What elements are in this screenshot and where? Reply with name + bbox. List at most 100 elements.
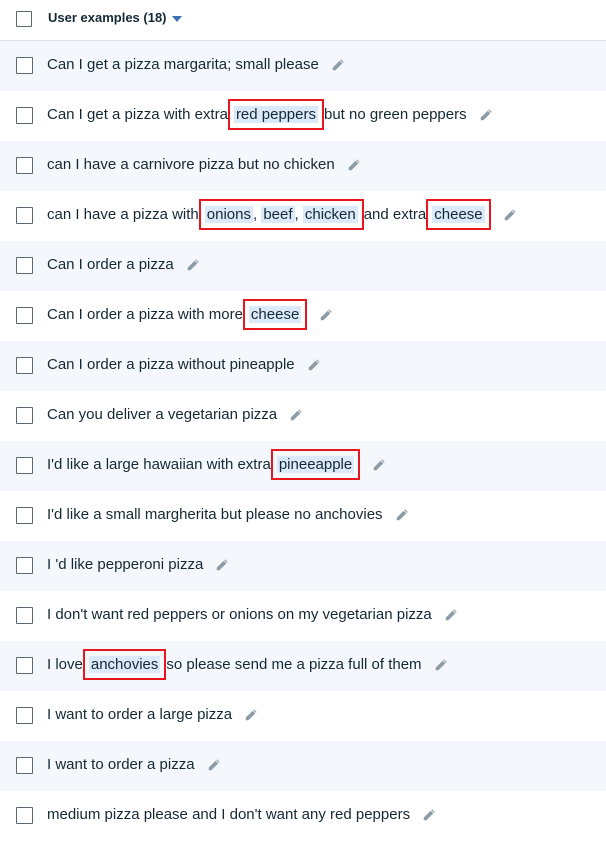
- entity-annotation[interactable]: onions: [204, 206, 253, 223]
- pencil-edit-icon[interactable]: [307, 358, 321, 372]
- example-checkbox[interactable]: [16, 107, 33, 124]
- user-examples-title-text: User examples (18): [48, 10, 167, 25]
- example-row[interactable]: I want to order a large pizza: [0, 691, 606, 741]
- example-row[interactable]: I 'd like pepperoni pizza: [0, 541, 606, 591]
- example-text[interactable]: medium pizza please and I don't want any…: [47, 806, 436, 823]
- example-text[interactable]: Can I order a pizza with more cheese: [47, 299, 333, 330]
- pencil-edit-icon[interactable]: [479, 108, 493, 122]
- pencil-edit-icon[interactable]: [503, 208, 517, 222]
- example-text-segment: Can I order a pizza without pineapple: [47, 356, 295, 373]
- annotation-highlight-box: red peppers: [227, 99, 324, 130]
- example-text-segment: I don't want red peppers or onions on my…: [47, 606, 432, 623]
- example-text[interactable]: can I have a pizza with onions, beef, chi…: [47, 199, 517, 230]
- example-row[interactable]: can I have a pizza with onions, beef, chi…: [0, 191, 606, 241]
- example-row[interactable]: can I have a carnivore pizza but no chic…: [0, 141, 606, 191]
- pencil-edit-icon[interactable]: [422, 808, 436, 822]
- example-text-segment: I'd like a small margherita but please n…: [47, 506, 383, 523]
- example-row[interactable]: I don't want red peppers or onions on my…: [0, 591, 606, 641]
- example-text-segment: can I have a pizza with: [47, 206, 199, 223]
- example-text[interactable]: I 'd like pepperoni pizza: [47, 556, 229, 573]
- annotation-highlight-box: cheese: [426, 199, 491, 230]
- entity-annotation[interactable]: cheese: [248, 306, 302, 323]
- pencil-edit-icon[interactable]: [244, 708, 258, 722]
- example-row[interactable]: I'd like a small margherita but please n…: [0, 491, 606, 541]
- example-checkbox[interactable]: [16, 257, 33, 274]
- example-checkbox[interactable]: [16, 357, 33, 374]
- example-text-segment: Can I get a pizza margarita; small pleas…: [47, 56, 319, 73]
- example-row[interactable]: Can I get a pizza margarita; small pleas…: [0, 41, 606, 91]
- example-text-segment: medium pizza please and I don't want any…: [47, 806, 411, 823]
- pencil-edit-icon[interactable]: [444, 608, 458, 622]
- example-text[interactable]: I don't want red peppers or onions on my…: [47, 606, 458, 623]
- pencil-edit-icon[interactable]: [434, 658, 448, 672]
- example-checkbox[interactable]: [16, 207, 33, 224]
- annotation-highlight-box: cheese: [242, 299, 308, 330]
- example-text[interactable]: Can I get a pizza with extra red peppers b…: [47, 99, 493, 130]
- annotation-highlight-box: onions, beef, chicken: [198, 199, 364, 230]
- entity-annotation[interactable]: beef: [261, 206, 295, 223]
- example-row[interactable]: Can you deliver a vegetarian pizza: [0, 391, 606, 441]
- example-checkbox[interactable]: [16, 507, 33, 524]
- example-text-segment: I'd like a large hawaiian with extra: [47, 456, 271, 473]
- caret-down-icon[interactable]: [171, 15, 182, 22]
- example-text[interactable]: Can you deliver a vegetarian pizza: [47, 406, 303, 423]
- example-checkbox[interactable]: [16, 157, 33, 174]
- example-text-segment: can I have a carnivore pizza but no chic…: [47, 156, 335, 173]
- example-checkbox[interactable]: [16, 57, 33, 74]
- example-row[interactable]: I want to order a pizza: [0, 741, 606, 791]
- entity-annotation[interactable]: cheese: [432, 206, 485, 223]
- example-text-segment: I want to order a large pizza: [47, 706, 233, 723]
- example-text-segment: Can I order a pizza with more: [47, 306, 243, 323]
- example-text[interactable]: I love anchovies so please send me a pizza…: [47, 649, 448, 680]
- example-row[interactable]: Can I order a pizza with more cheese: [0, 291, 606, 341]
- example-text[interactable]: I want to order a pizza: [47, 756, 221, 773]
- entity-annotation[interactable]: chicken: [302, 206, 358, 223]
- annotation-highlight-box: pineeapple: [270, 449, 361, 480]
- example-checkbox[interactable]: [16, 607, 33, 624]
- annotation-highlight-box: anchovies: [82, 649, 167, 680]
- example-checkbox[interactable]: [16, 307, 33, 324]
- example-row[interactable]: Can I order a pizza without pineapple: [0, 341, 606, 391]
- example-text-segment: I 'd like pepperoni pizza: [47, 556, 204, 573]
- example-row[interactable]: Can I order a pizza: [0, 241, 606, 291]
- example-text-segment: but no green peppers: [324, 106, 467, 123]
- example-checkbox[interactable]: [16, 807, 33, 824]
- entity-annotation[interactable]: red peppers: [233, 106, 318, 123]
- pencil-edit-icon[interactable]: [395, 508, 409, 522]
- example-text-segment: I want to order a pizza: [47, 756, 195, 773]
- example-row[interactable]: I love anchovies so please send me a pizza…: [0, 641, 606, 691]
- example-checkbox[interactable]: [16, 557, 33, 574]
- example-text-segment: and extra: [363, 206, 427, 223]
- user-examples-header: User examples (18): [0, 0, 606, 41]
- example-text[interactable]: Can I get a pizza margarita; small pleas…: [47, 56, 345, 73]
- example-text-segment: Can you deliver a vegetarian pizza: [47, 406, 278, 423]
- example-text[interactable]: I'd like a small margherita but please n…: [47, 506, 409, 523]
- example-row[interactable]: medium pizza please and I don't want any…: [0, 791, 606, 841]
- example-text[interactable]: I'd like a large hawaiian with extra pine…: [47, 449, 386, 480]
- example-row[interactable]: Can I get a pizza with extra red peppers b…: [0, 91, 606, 141]
- pencil-edit-icon[interactable]: [215, 558, 229, 572]
- example-row[interactable]: I'd like a large hawaiian with extra pine…: [0, 441, 606, 491]
- select-all-checkbox[interactable]: [16, 11, 32, 27]
- example-checkbox[interactable]: [16, 407, 33, 424]
- example-text-segment: I love: [47, 656, 83, 673]
- pencil-edit-icon[interactable]: [289, 408, 303, 422]
- pencil-edit-icon[interactable]: [319, 308, 333, 322]
- entity-annotation[interactable]: anchovies: [88, 656, 161, 673]
- entity-annotation[interactable]: pineeapple: [276, 456, 355, 473]
- pencil-edit-icon[interactable]: [331, 58, 345, 72]
- pencil-edit-icon[interactable]: [186, 258, 200, 272]
- pencil-edit-icon[interactable]: [347, 158, 361, 172]
- user-examples-title[interactable]: User examples (18): [48, 10, 182, 25]
- example-text-segment: so please send me a pizza full of them: [166, 656, 422, 673]
- example-checkbox[interactable]: [16, 457, 33, 474]
- example-checkbox[interactable]: [16, 657, 33, 674]
- example-checkbox[interactable]: [16, 707, 33, 724]
- example-text[interactable]: can I have a carnivore pizza but no chic…: [47, 156, 361, 173]
- example-text[interactable]: I want to order a large pizza: [47, 706, 258, 723]
- pencil-edit-icon[interactable]: [372, 458, 386, 472]
- example-text[interactable]: Can I order a pizza without pineapple: [47, 356, 321, 373]
- example-checkbox[interactable]: [16, 757, 33, 774]
- pencil-edit-icon[interactable]: [207, 758, 221, 772]
- example-text[interactable]: Can I order a pizza: [47, 256, 200, 273]
